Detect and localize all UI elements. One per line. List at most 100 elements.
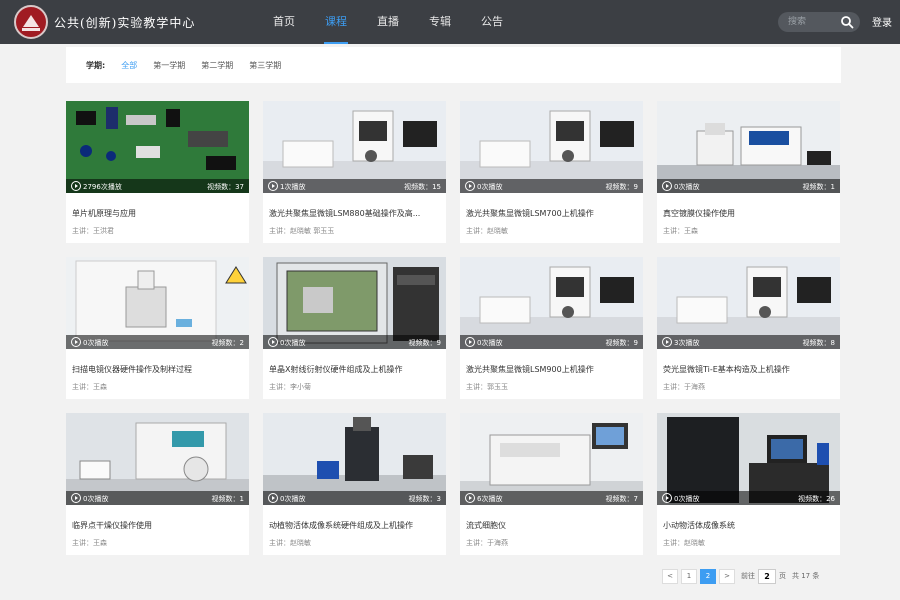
- course-thumbnail[interactable]: 0次播放 视频数：26: [657, 413, 840, 505]
- thumbnail-info-bar: 0次播放 视频数：2: [66, 335, 249, 349]
- course-card[interactable]: 2796次播放 视频数：37 单片机原理与应用 主讲：王洪君: [66, 101, 249, 243]
- course-title[interactable]: 激光共聚焦显微镜LSM900上机操作: [466, 364, 638, 375]
- course-teacher: 主讲：王森: [663, 227, 698, 235]
- play-count-icon: [465, 337, 475, 347]
- course-thumbnail[interactable]: 0次播放 视频数：2: [66, 257, 249, 349]
- play-count-icon: [465, 493, 475, 503]
- course-title[interactable]: 单片机原理与应用: [72, 208, 244, 219]
- nav-announcements[interactable]: 公告: [470, 0, 514, 44]
- filter-semester-2[interactable]: 第二学期: [201, 60, 233, 71]
- course-thumbnail[interactable]: 0次播放 视频数：9: [460, 257, 643, 349]
- thumbnail-info-bar: 0次播放 视频数：9: [460, 335, 643, 349]
- video-count: 视频数：1: [802, 183, 835, 191]
- course-thumbnail[interactable]: 3次播放 视频数：8: [657, 257, 840, 349]
- nav-courses[interactable]: 课程: [314, 0, 358, 44]
- filter-all[interactable]: 全部: [121, 60, 137, 71]
- top-header: 公共(创新)实验教学中心 首页 课程 直播 专辑 公告 登录: [0, 0, 900, 44]
- thumbnail-info-bar: 0次播放 视频数：9: [263, 335, 446, 349]
- course-teacher: 主讲：赵晓敏: [269, 539, 311, 547]
- thumbnail-info-bar: 0次播放 视频数：1: [657, 179, 840, 193]
- search-input[interactable]: [788, 15, 836, 29]
- pagination: < 1 2 > 前往 页 共 17 条: [662, 568, 822, 584]
- thumbnail-info-bar: 0次播放 视频数：1: [66, 491, 249, 505]
- filter-semester-1[interactable]: 第一学期: [153, 60, 185, 71]
- play-count-icon: [268, 493, 278, 503]
- filter-semester-3[interactable]: 第三学期: [249, 60, 281, 71]
- search-box: [778, 12, 860, 32]
- university-seal-icon: [14, 5, 48, 39]
- thumbnail-info-bar: 2796次播放 视频数：37: [66, 179, 249, 193]
- main-nav: 首页 课程 直播 专辑 公告: [262, 0, 522, 44]
- course-thumbnail[interactable]: 0次播放 视频数：3: [263, 413, 446, 505]
- play-count-icon: [71, 181, 81, 191]
- play-count-icon: [71, 493, 81, 503]
- course-card[interactable]: 0次播放 视频数：1 临界点干燥仪操作使用 主讲：王森: [66, 413, 249, 555]
- course-card[interactable]: 1次播放 视频数：15 激光共聚焦显微镜LSM880基础操作及高... 主讲：赵晓敏 …: [263, 101, 446, 243]
- search-icon[interactable]: [840, 15, 854, 29]
- page-unit: 页: [779, 572, 786, 580]
- course-title[interactable]: 扫描电镜仪器硬件操作及制样过程: [72, 364, 244, 375]
- course-title[interactable]: 动植物活体成像系统硬件组成及上机操作: [269, 520, 441, 531]
- logo[interactable]: 公共(创新)实验教学中心: [14, 5, 224, 39]
- page-1-button[interactable]: 1: [681, 568, 697, 584]
- course-title[interactable]: 真空镀膜仪操作使用: [663, 208, 835, 219]
- course-teacher: 主讲：赵晓敏: [466, 227, 508, 235]
- play-count-icon: [268, 181, 278, 191]
- play-count: 0次播放: [280, 339, 306, 347]
- course-teacher: 主讲：郭玉玉: [466, 383, 508, 391]
- video-count: 视频数：7: [605, 495, 638, 503]
- nav-albums[interactable]: 专辑: [418, 0, 462, 44]
- video-count: 视频数：9: [605, 339, 638, 347]
- course-thumbnail[interactable]: 0次播放 视频数：9: [460, 101, 643, 193]
- site-title: 公共(创新)实验教学中心: [54, 15, 196, 30]
- course-teacher: 主讲：王森: [72, 539, 107, 547]
- play-count: 0次播放: [477, 339, 503, 347]
- course-card[interactable]: 0次播放 视频数：9 单晶X射线衍射仪硬件组成及上机操作 主讲：李小菊: [263, 257, 446, 399]
- play-count-icon: [465, 181, 475, 191]
- course-card[interactable]: 3次播放 视频数：8 荧光显微镜Ti-E基本构造及上机操作 主讲：于海燕: [657, 257, 840, 399]
- video-count: 视频数：3: [408, 495, 441, 503]
- video-count: 视频数：9: [408, 339, 441, 347]
- nav-live[interactable]: 直播: [366, 0, 410, 44]
- play-count-icon: [662, 493, 672, 503]
- course-thumbnail[interactable]: 0次播放 视频数：9: [263, 257, 446, 349]
- course-title[interactable]: 单晶X射线衍射仪硬件组成及上机操作: [269, 364, 441, 375]
- course-card[interactable]: 0次播放 视频数：3 动植物活体成像系统硬件组成及上机操作 主讲：赵晓敏: [263, 413, 446, 555]
- login-link[interactable]: 登录: [872, 14, 892, 29]
- play-count: 2796次播放: [83, 183, 122, 191]
- play-count: 0次播放: [674, 183, 700, 191]
- course-title[interactable]: 荧光显微镜Ti-E基本构造及上机操作: [663, 364, 835, 375]
- play-count: 0次播放: [477, 183, 503, 191]
- course-thumbnail[interactable]: 0次播放 视频数：1: [66, 413, 249, 505]
- video-count: 视频数：1: [211, 495, 244, 503]
- prev-page-button[interactable]: <: [662, 568, 678, 584]
- page-2-button[interactable]: 2: [700, 568, 716, 584]
- course-thumbnail[interactable]: 0次播放 视频数：1: [657, 101, 840, 193]
- video-count: 视频数：9: [605, 183, 638, 191]
- video-count: 视频数：15: [404, 183, 441, 191]
- course-teacher: 主讲：王洪君: [72, 227, 114, 235]
- goto-page-input[interactable]: [758, 568, 776, 584]
- course-title[interactable]: 小动物活体成像系统: [663, 520, 835, 531]
- course-card[interactable]: 0次播放 视频数：26 小动物活体成像系统 主讲：赵晓敏: [657, 413, 840, 555]
- course-thumbnail[interactable]: 2796次播放 视频数：37: [66, 101, 249, 193]
- course-teacher: 主讲：赵晓敏: [663, 539, 705, 547]
- thumbnail-info-bar: 3次播放 视频数：8: [657, 335, 840, 349]
- course-title[interactable]: 临界点干燥仪操作使用: [72, 520, 244, 531]
- course-thumbnail[interactable]: 1次播放 视频数：15: [263, 101, 446, 193]
- semester-filter: 学期: 全部 第一学期 第二学期 第三学期: [66, 47, 841, 83]
- course-title[interactable]: 流式细胞仪: [466, 520, 638, 531]
- course-card[interactable]: 0次播放 视频数：9 激光共聚焦显微镜LSM700上机操作 主讲：赵晓敏: [460, 101, 643, 243]
- course-card[interactable]: 0次播放 视频数：9 激光共聚焦显微镜LSM900上机操作 主讲：郭玉玉: [460, 257, 643, 399]
- course-card[interactable]: 0次播放 视频数：2 扫描电镜仪器硬件操作及制样过程 主讲：王森: [66, 257, 249, 399]
- course-thumbnail[interactable]: 6次播放 视频数：7: [460, 413, 643, 505]
- video-count: 视频数：2: [211, 339, 244, 347]
- next-page-button[interactable]: >: [719, 568, 735, 584]
- course-title[interactable]: 激光共聚焦显微镜LSM700上机操作: [466, 208, 638, 219]
- nav-home[interactable]: 首页: [262, 0, 306, 44]
- course-title[interactable]: 激光共聚焦显微镜LSM880基础操作及高...: [269, 208, 441, 219]
- course-teacher: 主讲：王森: [72, 383, 107, 391]
- course-card[interactable]: 0次播放 视频数：1 真空镀膜仪操作使用 主讲：王森: [657, 101, 840, 243]
- course-card[interactable]: 6次播放 视频数：7 流式细胞仪 主讲：于海燕: [460, 413, 643, 555]
- play-count: 0次播放: [83, 495, 109, 503]
